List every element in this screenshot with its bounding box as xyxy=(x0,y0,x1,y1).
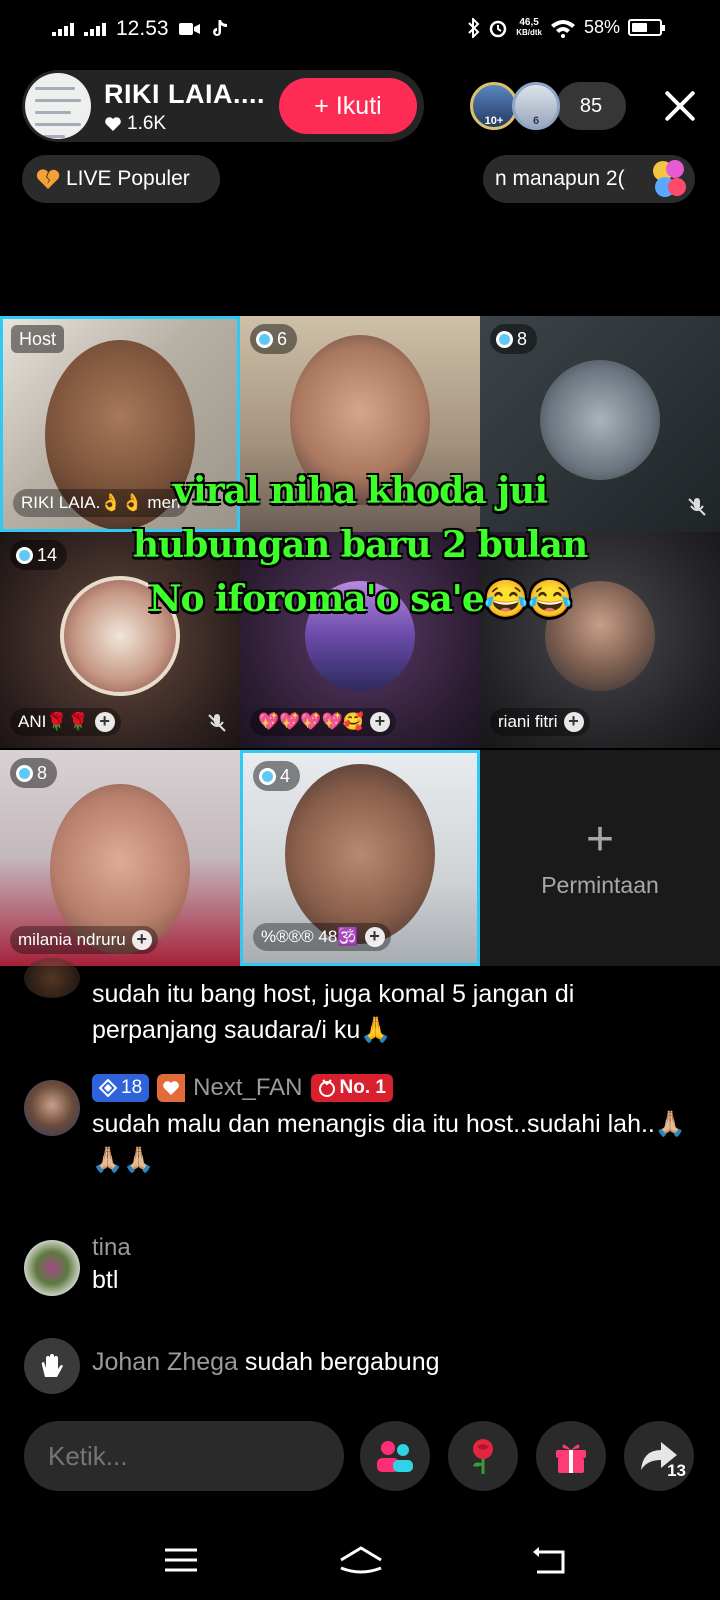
share-button[interactable]: 13 xyxy=(624,1421,694,1491)
tile-name[interactable]: riani fitri + xyxy=(490,708,590,736)
system-nav-bar xyxy=(0,1520,720,1600)
people-icon xyxy=(377,1441,413,1472)
rose-icon xyxy=(473,1439,493,1474)
guest-tile[interactable]: 8 milania ndruru + xyxy=(0,750,240,966)
chat-feed[interactable]: sudah itu bang host, juga komal 5 jangan… xyxy=(0,958,720,1394)
home-icon[interactable] xyxy=(337,1542,385,1578)
status-bar: 12.53 46,5 KB/dtk 58% xyxy=(0,0,720,58)
level-icon xyxy=(259,767,276,785)
fan-club-name: Next_FAN xyxy=(193,1074,303,1101)
broken-heart-icon xyxy=(36,169,60,189)
follow-plus-icon[interactable]: + xyxy=(131,930,152,950)
gift-button[interactable] xyxy=(536,1421,606,1491)
live-popular-label: LIVE Populer xyxy=(66,167,190,190)
wave-icon xyxy=(24,1338,80,1394)
marquee-text: n manapun 2( xyxy=(495,167,625,190)
viewer-avatar[interactable]: 6 xyxy=(512,82,560,130)
host-info[interactable]: RIKI LAIA.... 1.6K + Ikuti xyxy=(22,70,424,142)
battery-icon xyxy=(628,19,665,36)
ranking-marquee[interactable]: n manapun 2( xyxy=(483,155,695,203)
bluetooth-icon xyxy=(468,17,480,38)
level-icon xyxy=(16,764,33,782)
rose-gift-button[interactable] xyxy=(448,1421,518,1491)
network-speed: 46,5 KB/dtk xyxy=(516,16,542,37)
share-count: 13 xyxy=(667,1461,686,1480)
heart-icon xyxy=(105,117,121,131)
user-avatar[interactable] xyxy=(24,1240,80,1296)
chat-text: sudah itu bang host, juga komal 5 jangan… xyxy=(92,980,575,1044)
diamond-icon xyxy=(99,1079,117,1097)
mic-muted-icon xyxy=(208,714,226,732)
host-likes: 1.6K xyxy=(104,113,166,135)
viewer-avatar[interactable]: 10+ xyxy=(470,82,518,130)
menu-icon[interactable] xyxy=(161,1542,201,1578)
live-popular-badge[interactable]: LIVE Populer xyxy=(22,155,220,203)
top-viewers[interactable]: 10+ 6 85 xyxy=(470,82,626,130)
guest-grid: Host RIKI LAIA.👌👌 men 6 8 14 ANI🌹🌹 + 💖💖💖💖… xyxy=(0,316,720,966)
host-tag: Host xyxy=(11,325,65,353)
chat-username[interactable]: tina xyxy=(92,1234,704,1262)
wifi-icon xyxy=(550,19,575,38)
battery-percent: 58% xyxy=(583,17,620,37)
chat-text: sudah malu dan menangis dia itu host..su… xyxy=(92,1110,686,1174)
plus-icon: + xyxy=(585,812,615,866)
guest-avatar xyxy=(540,359,660,480)
gift-icon xyxy=(556,1444,586,1473)
fan-club-icon xyxy=(157,1074,186,1102)
guest-tile[interactable]: 4 %®®® 48🕉️ + xyxy=(240,750,480,966)
follow-plus-icon[interactable]: + xyxy=(364,927,385,947)
back-icon[interactable] xyxy=(529,1542,569,1578)
follow-plus-icon[interactable]: + xyxy=(94,712,115,732)
video-icon xyxy=(178,23,200,35)
tile-name[interactable]: milania ndruru + xyxy=(10,926,158,954)
tile-name[interactable]: %®®® 48🕉️ + xyxy=(253,923,391,951)
viewer-count[interactable]: 85 xyxy=(556,82,626,130)
signal-icon-2 xyxy=(84,22,106,36)
overlay-caption-line2: hubungan baru 2 bulan xyxy=(132,524,588,566)
follow-button[interactable]: + Ikuti xyxy=(279,78,417,134)
join-username[interactable]: Johan Zhega xyxy=(92,1348,238,1376)
follow-plus-icon[interactable]: + xyxy=(563,712,584,732)
host-avatar[interactable] xyxy=(25,73,91,139)
level-badge: 18 xyxy=(92,1074,150,1102)
tile-name[interactable]: 💖💖💖💖🥰 + xyxy=(250,708,396,736)
tile-name[interactable]: ANI🌹🌹 + xyxy=(10,708,121,736)
tiktok-icon xyxy=(212,20,227,36)
alarm-icon xyxy=(489,20,507,37)
join-text: sudah bergabung xyxy=(244,1348,440,1376)
level-badge: 6 xyxy=(250,324,298,354)
medal-icon xyxy=(318,1079,335,1097)
rank-badge: No. 1 xyxy=(310,1074,393,1102)
clock: 12.53 xyxy=(116,17,169,40)
likes-count: 1.6K xyxy=(127,113,167,134)
follow-plus-icon[interactable]: + xyxy=(369,712,390,732)
guest-video xyxy=(285,763,435,944)
user-avatar[interactable] xyxy=(24,1080,80,1136)
request-label: Permintaan xyxy=(541,871,659,898)
request-button[interactable]: + Permintaan xyxy=(480,750,720,966)
overlay-caption-line3: No iforoma'o sa'e😂😂 xyxy=(148,578,573,620)
level-badge: 4 xyxy=(253,761,301,791)
chat-text: btl xyxy=(92,1266,119,1294)
level-icon xyxy=(496,330,513,348)
user-avatar[interactable] xyxy=(24,958,80,998)
host-name[interactable]: RIKI LAIA.... xyxy=(104,79,265,110)
signal-icon xyxy=(52,22,74,36)
overlay-caption-line1: viral niha khoda jui xyxy=(172,470,548,512)
level-icon xyxy=(256,330,273,348)
level-badge: 8 xyxy=(490,324,538,354)
user-badges: 18 Next_FAN No. 1 xyxy=(92,1074,704,1102)
comment-input[interactable] xyxy=(24,1421,344,1491)
trophy-icon xyxy=(653,160,686,197)
level-badge: 8 xyxy=(10,758,58,788)
guest-request-button[interactable] xyxy=(360,1421,430,1491)
close-icon[interactable] xyxy=(660,86,700,126)
